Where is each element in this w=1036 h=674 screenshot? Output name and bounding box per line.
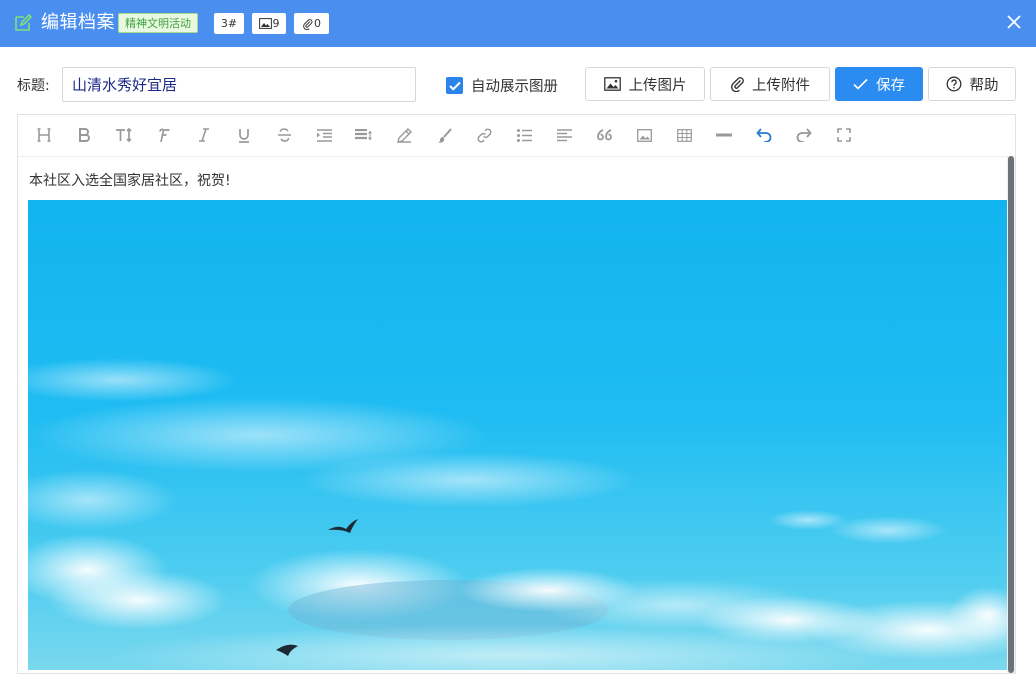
sky-photo-image	[28, 200, 1008, 670]
number-tag: 3#	[214, 13, 244, 34]
save-label: 保存	[876, 77, 905, 94]
horizontal-rule-icon[interactable]	[714, 125, 734, 145]
pen-icon[interactable]	[394, 125, 414, 145]
edit-icon	[15, 13, 33, 31]
undo-icon[interactable]	[754, 125, 774, 145]
link-icon[interactable]	[474, 125, 494, 145]
bulleted-list-icon[interactable]	[514, 125, 534, 145]
image-icon[interactable]	[634, 125, 654, 145]
help-button[interactable]: 帮助	[928, 67, 1016, 101]
window-title: 编辑档案	[41, 12, 115, 33]
paperclip-icon	[730, 77, 744, 92]
paperclip-icon	[303, 18, 313, 30]
table-icon[interactable]	[674, 125, 694, 145]
title-input[interactable]	[62, 67, 416, 102]
image-icon	[603, 77, 621, 91]
editor-paragraph[interactable]: 本社区入选全国家居社区，祝贺!	[29, 170, 231, 190]
upload-attachment-label: 上传附件	[752, 77, 810, 94]
upload-image-button[interactable]: 上传图片	[585, 67, 705, 101]
auto-show-album-label[interactable]: 自动展示图册	[471, 75, 558, 96]
bold-icon[interactable]	[74, 125, 94, 145]
sky-photo	[28, 200, 1008, 670]
font-icon[interactable]	[154, 125, 174, 145]
upload-image-label: 上传图片	[628, 77, 687, 94]
check-icon	[853, 78, 868, 90]
align-left-icon[interactable]	[554, 125, 574, 145]
scrollbar-thumb[interactable]	[1008, 156, 1014, 673]
heading-icon[interactable]	[34, 125, 54, 145]
editor-toolbar	[18, 115, 1015, 157]
strikethrough-icon[interactable]	[274, 125, 294, 145]
auto-show-album-checkbox[interactable]	[446, 77, 463, 94]
editor-scrollbar[interactable]	[1007, 156, 1015, 673]
window-titlebar: 编辑档案 精神文明活动 3# 9 0	[0, 0, 1036, 47]
save-button[interactable]: 保存	[835, 67, 923, 101]
help-icon	[946, 76, 961, 92]
italic-icon[interactable]	[194, 125, 214, 145]
category-tag: 精神文明活动	[118, 13, 198, 33]
attachment-count-badge: 0	[294, 13, 329, 34]
underline-icon[interactable]	[234, 125, 254, 145]
rich-text-editor: 本社区入选全国家居社区，祝贺!	[17, 114, 1016, 674]
attachment-count: 0	[314, 17, 321, 30]
image-count-badge: 9	[252, 13, 286, 34]
title-label: 标题:	[17, 78, 50, 94]
image-count: 9	[272, 17, 280, 30]
upload-attachment-button[interactable]: 上传附件	[710, 67, 830, 101]
text-size-icon[interactable]	[114, 125, 134, 145]
image-icon	[258, 18, 272, 29]
fullscreen-icon[interactable]	[834, 125, 854, 145]
line-height-icon[interactable]	[354, 125, 374, 145]
check-icon	[448, 81, 461, 91]
brush-icon[interactable]	[434, 125, 454, 145]
close-icon[interactable]	[1004, 12, 1024, 32]
quote-icon[interactable]	[594, 125, 614, 145]
redo-icon[interactable]	[794, 125, 814, 145]
indent-icon[interactable]	[314, 125, 334, 145]
help-label: 帮助	[969, 77, 999, 94]
